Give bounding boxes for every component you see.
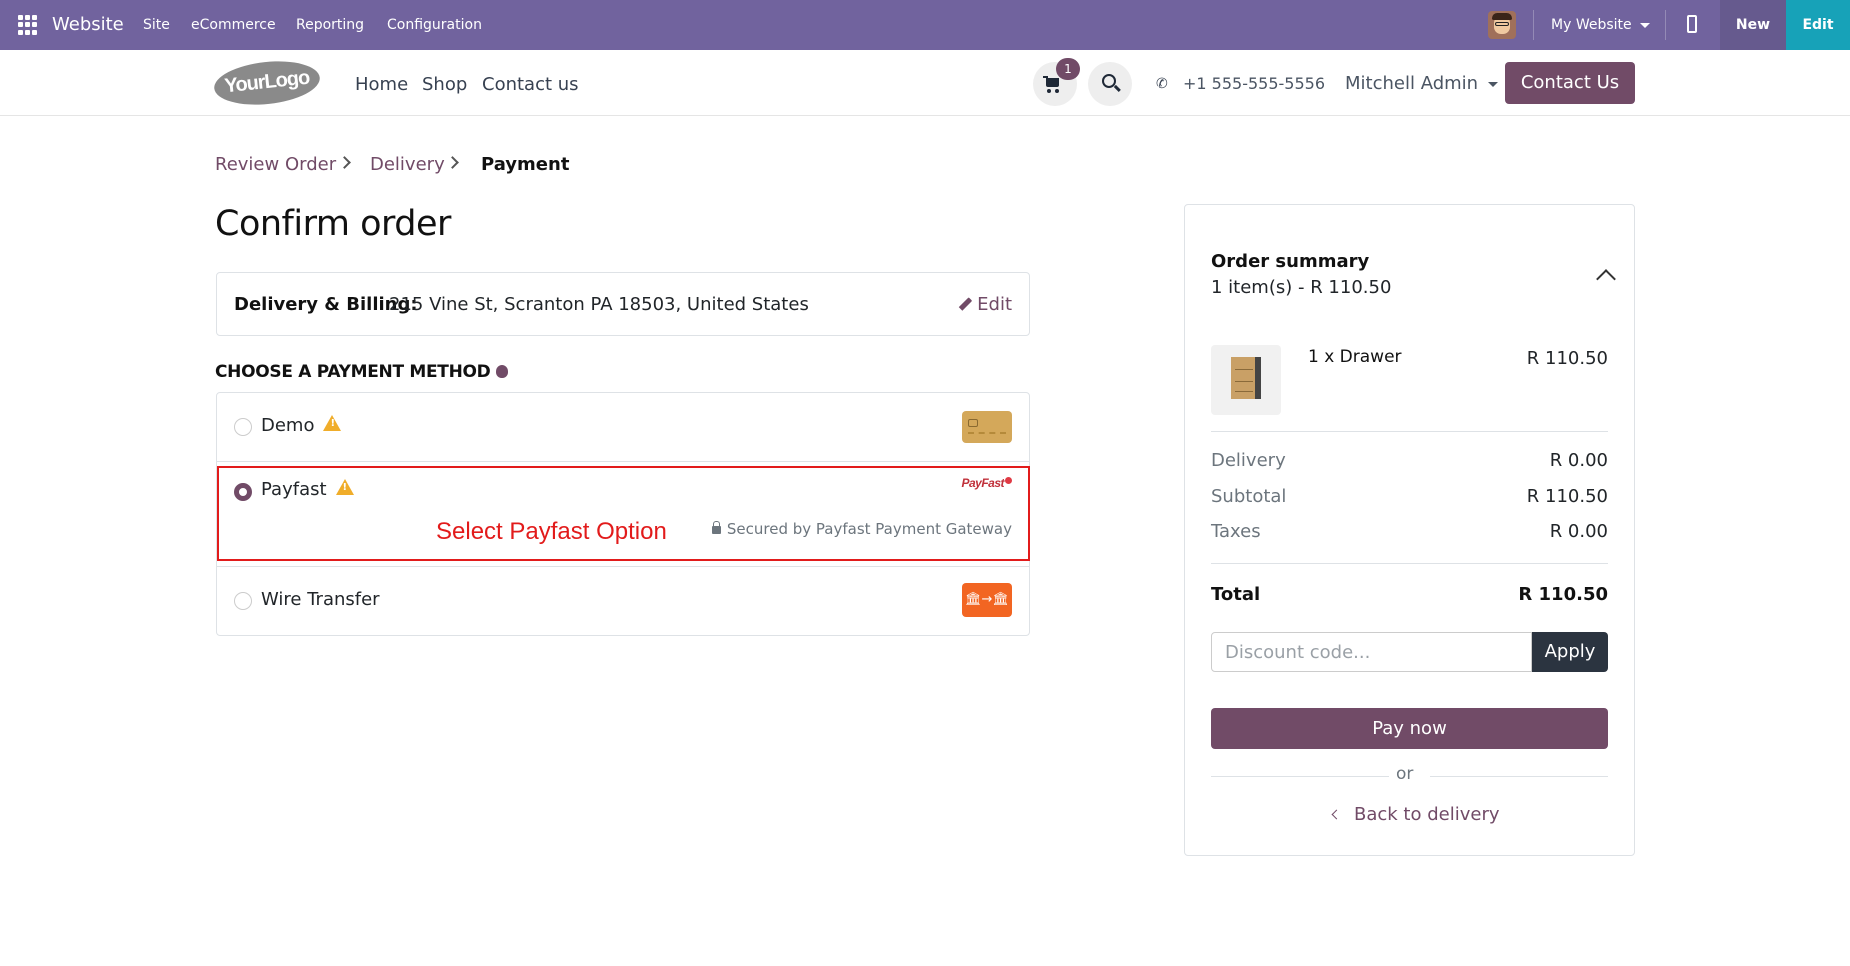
payment-method-payfast[interactable]: Payfast PayFast Secured by Payfast Payme…	[217, 462, 1029, 567]
website-switcher[interactable]: My Website	[1551, 17, 1650, 33]
bank-transfer-icon: 🏛→🏛	[962, 583, 1012, 617]
divider	[1211, 431, 1608, 432]
divider	[1211, 563, 1608, 564]
phone-icon: ✆	[1156, 76, 1168, 92]
bug-icon	[495, 365, 508, 378]
cart-icon	[1046, 78, 1059, 87]
pencil-icon	[958, 297, 973, 311]
cart-count-badge: 1	[1056, 58, 1080, 80]
edit-label: Edit	[977, 294, 1012, 315]
wire-transfer-label: Wire Transfer	[261, 589, 380, 610]
website-switcher-label: My Website	[1551, 17, 1632, 33]
payment-methods-list: Demo Payfast PayFast Secured by Payfast …	[216, 392, 1030, 636]
contact-us-button[interactable]: Contact Us	[1505, 62, 1635, 104]
mobile-preview-icon[interactable]	[1687, 15, 1697, 33]
order-summary-panel: Order summary 1 item(s) - R 110.50 1 x D…	[1184, 204, 1635, 856]
annotation-text: Select Payfast Option	[436, 518, 667, 545]
chevron-right-icon	[338, 156, 351, 169]
apps-menu-icon[interactable]	[18, 15, 38, 35]
menu-site[interactable]: Site	[143, 17, 170, 33]
product-price: R 110.50	[1526, 348, 1608, 369]
radio-payfast[interactable]	[234, 483, 252, 501]
delivery-value: R 0.00	[1549, 450, 1608, 471]
payment-method-demo[interactable]: Demo	[217, 393, 1029, 462]
back-label: Back to delivery	[1354, 804, 1500, 825]
divider	[1430, 776, 1608, 777]
payment-heading-text: CHOOSE A PAYMENT METHOD	[215, 362, 491, 382]
edit-button[interactable]: Edit	[1786, 0, 1850, 50]
search-button[interactable]	[1088, 62, 1132, 106]
nav-contact[interactable]: Contact us	[482, 74, 579, 95]
secured-note: Secured by Payfast Payment Gateway	[711, 520, 1012, 538]
address-value: 215 Vine St, Scranton PA 18503, United S…	[389, 294, 809, 315]
demo-label: Demo	[261, 415, 315, 436]
credit-card-icon	[962, 411, 1012, 443]
payfast-logo: PayFast	[961, 476, 1012, 490]
lock-icon	[711, 521, 721, 534]
subtotal-value: R 110.50	[1526, 486, 1608, 507]
page-title: Confirm order	[215, 204, 451, 244]
collapse-chevron-icon[interactable]	[1596, 269, 1616, 289]
payment-method-name: Demo	[261, 415, 342, 436]
discount-code-input[interactable]	[1211, 632, 1532, 672]
or-separator: or	[1396, 764, 1414, 784]
summary-title: Order summary	[1211, 251, 1370, 272]
nav-shop[interactable]: Shop	[422, 74, 467, 95]
secured-text: Secured by Payfast Payment Gateway	[726, 520, 1012, 538]
payment-method-heading: CHOOSE A PAYMENT METHOD	[215, 362, 508, 382]
app-name[interactable]: Website	[52, 14, 124, 35]
caret-down-icon	[1488, 81, 1499, 87]
payment-method-wire-transfer[interactable]: Wire Transfer 🏛→🏛	[217, 567, 1029, 635]
nav-home[interactable]: Home	[355, 74, 408, 95]
radio-demo[interactable]	[234, 418, 252, 436]
payfast-label: Payfast	[261, 479, 327, 500]
warning-icon	[335, 479, 354, 495]
user-menu[interactable]: Mitchell Admin	[1345, 73, 1499, 94]
taxes-label: Taxes	[1211, 521, 1261, 542]
menu-ecommerce[interactable]: eCommerce	[191, 17, 276, 33]
payment-method-name: Payfast	[261, 479, 354, 500]
payfast-logo-text: PayFast	[961, 476, 1004, 490]
breadcrumb-payment: Payment	[481, 154, 570, 175]
menu-configuration[interactable]: Configuration	[387, 17, 482, 33]
product-name: 1 x Drawer	[1308, 347, 1402, 367]
radio-wire-transfer[interactable]	[234, 592, 252, 610]
summary-subtitle: 1 item(s) - R 110.50	[1211, 277, 1392, 298]
new-button[interactable]: New	[1720, 0, 1786, 50]
total-label: Total	[1211, 584, 1261, 605]
taxes-value: R 0.00	[1549, 521, 1608, 542]
user-name: Mitchell Admin	[1345, 73, 1479, 94]
total-value: R 110.50	[1518, 584, 1608, 605]
divider	[1533, 10, 1534, 40]
breadcrumb-review-order[interactable]: Review Order	[215, 154, 336, 175]
divider	[1211, 776, 1389, 777]
warning-icon	[323, 415, 342, 431]
breadcrumb-delivery[interactable]: Delivery	[370, 154, 445, 175]
chevron-right-icon	[446, 156, 459, 169]
address-card: Delivery & Billing: 215 Vine St, Scranto…	[216, 272, 1030, 336]
edit-address-link[interactable]: Edit	[958, 294, 1012, 315]
chevron-left-icon	[1331, 809, 1342, 820]
delivery-label: Delivery	[1211, 450, 1286, 471]
product-thumbnail	[1211, 345, 1281, 415]
admin-topbar: Website Site eCommerce Reporting Configu…	[0, 0, 1850, 50]
subtotal-label: Subtotal	[1211, 486, 1287, 507]
caret-down-icon	[1639, 22, 1650, 28]
divider	[1665, 10, 1666, 40]
user-avatar[interactable]	[1488, 11, 1516, 39]
phone-number[interactable]: +1 555-555-5556	[1183, 74, 1325, 93]
apply-button[interactable]: Apply	[1532, 632, 1608, 672]
back-to-delivery-link[interactable]: Back to delivery	[1331, 804, 1500, 825]
menu-reporting[interactable]: Reporting	[296, 17, 364, 33]
pay-now-button[interactable]: Pay now	[1211, 708, 1608, 749]
